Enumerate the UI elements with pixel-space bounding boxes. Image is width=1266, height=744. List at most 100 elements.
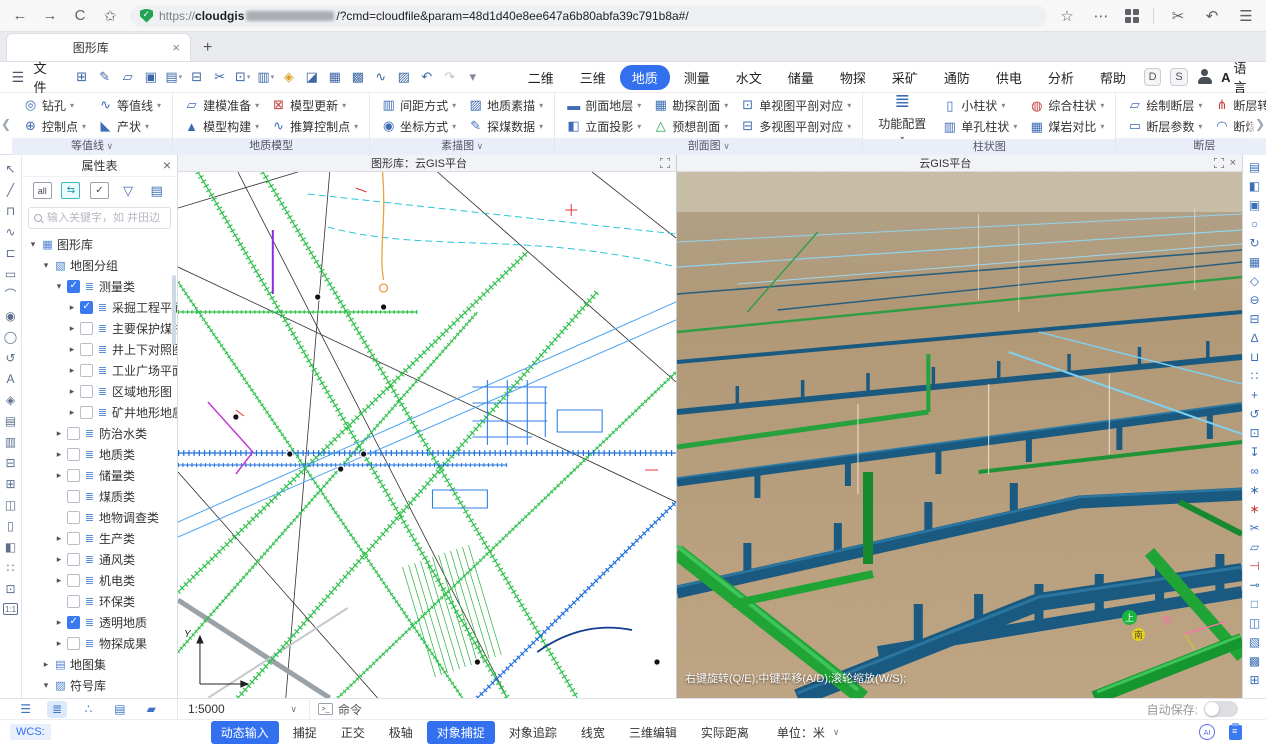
ribbon-button-function-config[interactable]: ≣功能配置▾ — [870, 95, 934, 137]
table-alt-icon[interactable]: ▩ — [347, 66, 369, 88]
back-icon[interactable]: ← — [10, 7, 30, 24]
ribbon-button-composite-column[interactable]: ◍综合柱状▾ — [1025, 96, 1108, 116]
tree-item-采掘工程平面图[interactable]: ▸≣采掘工程平面图 — [22, 297, 177, 318]
ribbon-button-coal-probe-data[interactable]: ✎探煤数据▾ — [464, 116, 547, 136]
expand-arrow-icon[interactable]: ▸ — [67, 386, 77, 397]
clipboard-icon[interactable]: □ — [1245, 594, 1265, 613]
move-icon[interactable]: + — [1245, 385, 1265, 404]
folder-view-icon[interactable]: ▰ — [141, 701, 161, 718]
tree-item-地质类[interactable]: ▸≣地质类 — [22, 444, 177, 465]
expand-arrow-icon[interactable]: ▸ — [54, 638, 64, 649]
layer-checkbox[interactable] — [67, 469, 80, 482]
tree-item-地图集[interactable]: ▸▤地图集 — [22, 654, 177, 675]
clipboard-paste-icon[interactable]: ◫ — [1245, 613, 1265, 632]
layer-checkbox[interactable] — [67, 595, 80, 608]
more-icon[interactable]: ▾ — [462, 66, 484, 88]
layer-checkbox[interactable] — [67, 490, 80, 503]
symbol-icon[interactable]: ◈ — [1, 389, 21, 410]
ribbon-button-exploration-section[interactable]: ▦勘探剖面▾ — [649, 95, 732, 115]
tree-item-储量类[interactable]: ▸≣储量类 — [22, 465, 177, 486]
spline-icon[interactable]: ∿ — [1, 221, 21, 242]
layer-checkbox[interactable] — [67, 448, 80, 461]
layer-search-box[interactable] — [28, 207, 171, 229]
tab-采矿[interactable]: 采矿 — [880, 65, 930, 90]
ribbon-button-contour-line[interactable]: ∿等值线▾ — [94, 95, 165, 115]
tree-item-测量类[interactable]: ▾≣测量类 — [22, 276, 177, 297]
expand-arrow-icon[interactable]: ▾ — [41, 680, 51, 691]
d-badge-button[interactable]: D — [1144, 68, 1161, 86]
snap-node-icon[interactable]: ∗ — [1245, 480, 1265, 499]
filter-check[interactable]: ✓ — [90, 182, 109, 199]
table-icon[interactable]: ▦ — [324, 66, 346, 88]
ribbon-button-derive-control-point[interactable]: ∿推算控制点▾ — [267, 116, 362, 136]
ribbon-button-draw-fault[interactable]: ▱绘制断层▾ — [1123, 95, 1206, 115]
ribbon-button-drill-hole[interactable]: ◎钻孔▾ — [19, 95, 90, 115]
tree-item-工业广场平面图[interactable]: ▸≣工业广场平面图 — [22, 360, 177, 381]
array-icon[interactable]: ∷ — [1245, 366, 1265, 385]
layer-checkbox[interactable] — [67, 511, 80, 524]
pattern-icon[interactable]: ▨ — [393, 66, 415, 88]
layer-checkbox[interactable] — [80, 301, 93, 314]
stamp-icon[interactable]: ⊔ — [1245, 347, 1265, 366]
expand-arrow-icon[interactable]: ▸ — [67, 407, 77, 418]
tab-水文[interactable]: 水文 — [724, 65, 774, 90]
ellipse-icon[interactable]: ◯ — [1, 326, 21, 347]
tree-item-防治水类[interactable]: ▸≣防治水类 — [22, 423, 177, 444]
layer-checkbox[interactable] — [67, 427, 80, 440]
file-menu-icon[interactable]: ▤▾ — [163, 66, 185, 88]
measure-chain-icon[interactable]: ∞ — [1245, 461, 1265, 480]
ribbon-button-spacing-mode[interactable]: ▥间距方式▾ — [377, 95, 460, 115]
bookmark-bar-icon[interactable]: ✩ — [100, 7, 120, 25]
ribbon-button-control-point[interactable]: ⊕控制点▾ — [19, 116, 90, 136]
user-avatar-icon[interactable] — [1197, 69, 1212, 85]
expand-arrow-icon[interactable]: ▸ — [54, 428, 64, 439]
model-3d-icon[interactable]: ◇ — [1245, 271, 1265, 290]
line-icon[interactable]: ╱ — [1, 179, 21, 200]
command-input[interactable]: >_ 命令 — [310, 699, 1147, 719]
expand-arrow-icon[interactable]: ▸ — [67, 344, 77, 355]
toggle-正交[interactable]: 正交 — [331, 721, 375, 744]
tree-item-主要保护煤柱图[interactable]: ▸≣主要保护煤柱图 — [22, 318, 177, 339]
snap-point-icon[interactable]: ∗ — [1245, 499, 1265, 518]
ribbon-scroll-right-icon[interactable]: ❯ — [1254, 111, 1266, 137]
align-middle-icon[interactable]: ▥ — [1, 431, 21, 452]
ribbon-button-model-build[interactable]: ▲模型构建▾ — [180, 116, 263, 136]
ribbon-scroll-left-icon[interactable]: ❮ — [0, 111, 12, 137]
s-badge-button[interactable]: S — [1170, 68, 1187, 86]
ribbon-button-coal-rock-compare[interactable]: ▦煤岩对比▾ — [1025, 117, 1108, 137]
delete-icon[interactable]: ⊖ — [1245, 290, 1265, 309]
ortho-polyline-icon[interactable]: ⊏ — [1, 242, 21, 263]
tab-close-icon[interactable]: × — [172, 40, 180, 55]
expand-arrow-icon[interactable]: ▸ — [41, 659, 51, 670]
expand-arrow-icon[interactable]: ▸ — [54, 470, 64, 481]
apps-grid-icon[interactable] — [1125, 9, 1139, 23]
screenshot-scissors-icon[interactable]: ✂ — [1168, 7, 1188, 25]
distribute-h-icon[interactable]: ⊞ — [1, 473, 21, 494]
tree-item-机电类[interactable]: ▸≣机电类 — [22, 570, 177, 591]
tree-view-icon[interactable]: ≣ — [47, 701, 67, 718]
ribbon-button-multi-view-match[interactable]: ⊟多视图平剖对应▾ — [736, 116, 855, 136]
history-undo-icon[interactable]: ↶ — [1202, 7, 1222, 25]
layer-checkbox[interactable] — [67, 532, 80, 545]
layer-checkbox[interactable] — [80, 343, 93, 356]
fit-view-icon[interactable]: ⊡ — [1, 578, 21, 599]
node-view-icon[interactable]: ∴ — [78, 701, 98, 718]
scale-select[interactable]: 1:5000 ∨ — [178, 699, 310, 719]
ribbon-button-geo-sketch[interactable]: ▨地质素描▾ — [464, 95, 547, 115]
ribbon-button-model-update[interactable]: ⊠模型更新▾ — [267, 95, 362, 115]
offset-icon[interactable]: ⊡ — [1245, 423, 1265, 442]
center-icon[interactable]: ∷ — [1, 557, 21, 578]
ribbon-button-section-strata[interactable]: ▬剖面地层▾ — [562, 95, 645, 115]
maximize-icon[interactable] — [660, 158, 670, 168]
expand-arrow-icon[interactable]: ▸ — [67, 323, 77, 334]
erase-icon[interactable]: ⊟ — [1245, 309, 1265, 328]
expand-arrow-icon[interactable]: ▸ — [67, 365, 77, 376]
tree-item-生产类[interactable]: ▸≣生产类 — [22, 528, 177, 549]
tab-通防[interactable]: 通防 — [932, 65, 982, 90]
align-top-icon[interactable]: ▤ — [1, 410, 21, 431]
layer-checkbox[interactable] — [67, 553, 80, 566]
toggle-对象追踪[interactable]: 对象追踪 — [499, 721, 567, 744]
browser-menu-icon[interactable]: ☰ — [1236, 7, 1256, 25]
paste-icon[interactable]: ▥▾ — [255, 66, 277, 88]
circle-icon[interactable]: ◉ — [1, 305, 21, 326]
